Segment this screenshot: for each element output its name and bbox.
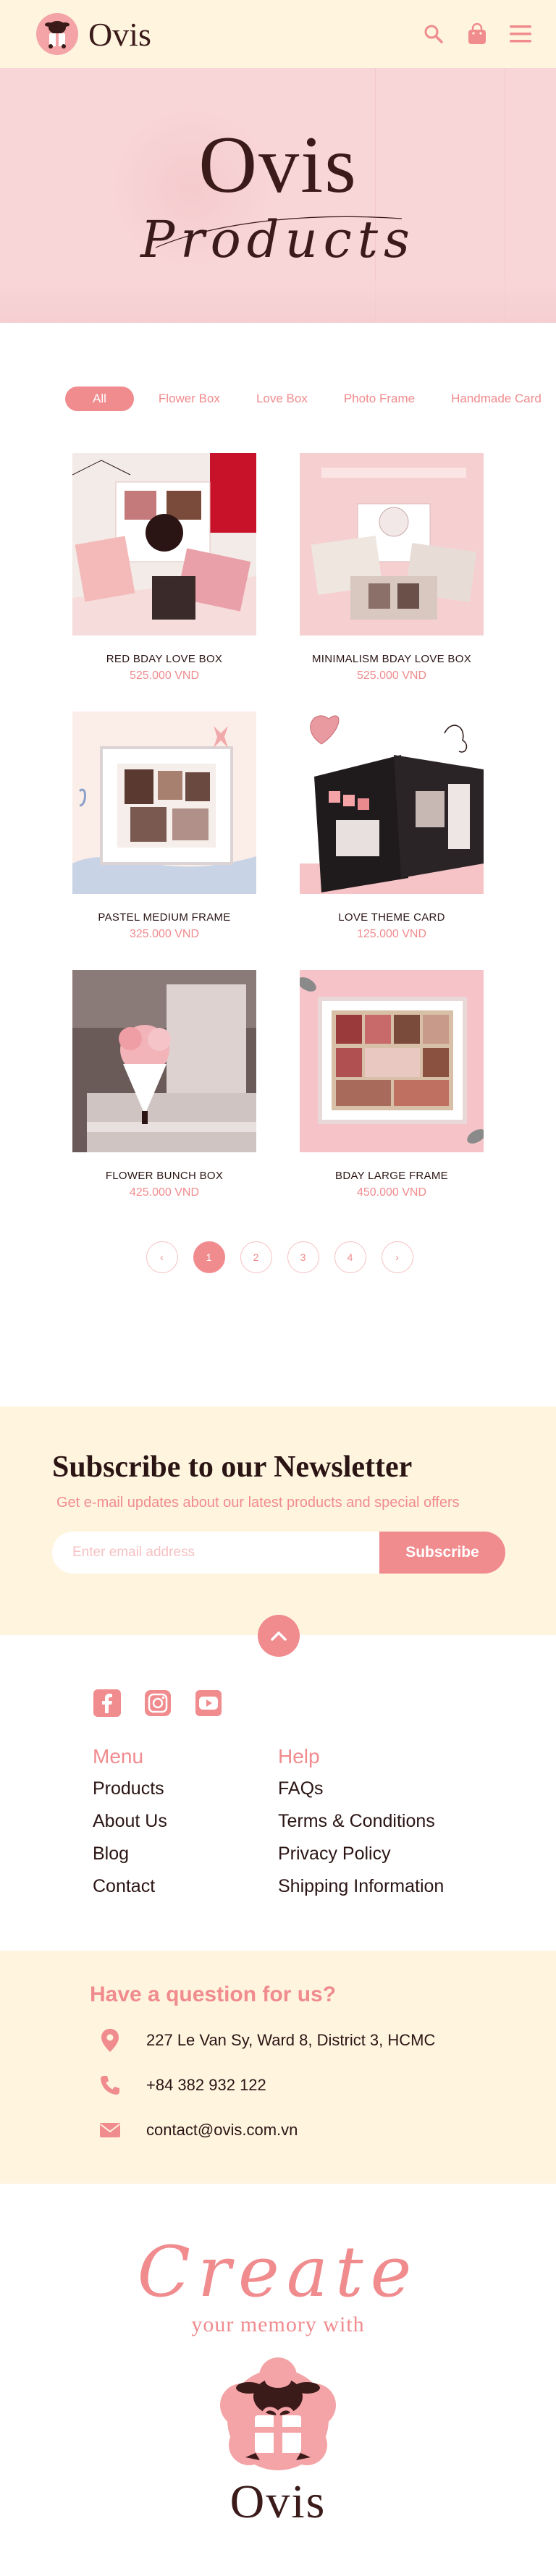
pagination-page-3[interactable]: 3	[287, 1241, 319, 1273]
email-field[interactable]	[52, 1532, 379, 1574]
product-card[interactable]: FLOWER BUNCH BOX 425.000 VND	[72, 970, 256, 1199]
filter-love-box[interactable]: Love Box	[245, 387, 319, 411]
product-price: 450.000 VND	[356, 1186, 427, 1199]
subscribe-button[interactable]: Subscribe	[379, 1532, 505, 1574]
footer-link-products[interactable]: Products	[93, 1778, 278, 1799]
pagination-page-4[interactable]: 4	[334, 1241, 366, 1273]
location-pin-icon	[98, 2029, 122, 2052]
product-grid: RED BDAY LOVE BOX 525.000 VND MINIMALISM…	[0, 453, 556, 1199]
product-name[interactable]: MINIMALISM BDAY LOVE BOX	[300, 653, 484, 665]
footer-help-title: Help	[278, 1745, 320, 1768]
newsletter-description: Get e-mail updates about our latest prod…	[56, 1495, 460, 1511]
product-image[interactable]	[72, 970, 256, 1152]
brand-name: Ovis	[88, 15, 151, 53]
product-card[interactable]: PASTEL MEDIUM FRAME 325.000 VND	[72, 711, 256, 941]
filter-flower-box[interactable]: Flower Box	[147, 387, 232, 411]
product-image[interactable]	[300, 453, 484, 635]
product-price: 525.000 VND	[129, 670, 200, 682]
footer-link-privacy[interactable]: Privacy Policy	[278, 1844, 463, 1865]
filter-handmade-card[interactable]: Handmade Card	[439, 387, 553, 411]
contact-email-row: contact@ovis.com.vn	[90, 2119, 556, 2142]
brand-tagline: your memory with	[191, 2313, 365, 2336]
contact-email[interactable]: contact@ovis.com.vn	[146, 2121, 298, 2140]
shopping-bag-icon[interactable]	[466, 23, 488, 45]
instagram-icon[interactable]	[143, 1689, 172, 1718]
hero-subtitle: Products	[140, 210, 416, 269]
contact-address: 227 Le Van Sy, Ward 8, District 3, HCMC	[146, 2031, 436, 2049]
product-name[interactable]: PASTEL MEDIUM FRAME	[72, 911, 256, 924]
facebook-icon[interactable]	[93, 1689, 122, 1718]
back-to-top-button[interactable]	[258, 1615, 300, 1657]
footer-link-shipping[interactable]: Shipping Information	[278, 1876, 463, 1897]
footer-help-column: Help FAQs Terms & Conditions Privacy Pol…	[278, 1745, 463, 1909]
product-name[interactable]: RED BDAY LOVE BOX	[72, 653, 256, 665]
footer-link-terms[interactable]: Terms & Conditions	[278, 1811, 463, 1832]
product-image[interactable]	[72, 453, 256, 635]
product-image[interactable]	[300, 970, 484, 1152]
contact-phone-row: +84 382 932 122	[90, 2074, 556, 2097]
footer-link-about-us[interactable]: About Us	[93, 1811, 278, 1832]
menu-icon[interactable]	[510, 23, 531, 45]
sheep-gift-logo-icon	[220, 2357, 336, 2470]
category-filters: All Flower Box Love Box Photo Frame Hand…	[0, 387, 556, 411]
logo[interactable]: Ovis	[35, 12, 151, 56]
footer-links: Menu Products About Us Blog Contact Help…	[0, 1635, 556, 1951]
phone-icon	[98, 2074, 122, 2097]
product-image[interactable]	[72, 711, 256, 894]
footer-link-contact[interactable]: Contact	[93, 1876, 278, 1897]
footer-menu-column: Menu Products About Us Blog Contact	[93, 1745, 278, 1909]
product-name[interactable]: BDAY LARGE FRAME	[300, 1170, 484, 1182]
brand-footer-name: Ovis	[229, 2475, 327, 2528]
youtube-icon[interactable]	[194, 1689, 223, 1718]
product-name[interactable]: LOVE THEME CARD	[300, 911, 484, 924]
pagination-page-1[interactable]: 1	[193, 1241, 225, 1273]
newsletter-form: Subscribe	[52, 1532, 505, 1574]
sheep-logo-icon	[36, 13, 78, 55]
newsletter-title: Subscribe to our Newsletter	[52, 1450, 413, 1484]
filter-all[interactable]: All	[65, 387, 134, 411]
footer-link-blog[interactable]: Blog	[93, 1844, 278, 1865]
product-image[interactable]	[300, 711, 484, 894]
product-card[interactable]: MINIMALISM BDAY LOVE BOX 525.000 VND	[300, 453, 484, 683]
social-links	[93, 1689, 556, 1718]
product-name[interactable]: FLOWER BUNCH BOX	[72, 1170, 256, 1182]
product-price: 525.000 VND	[356, 670, 427, 682]
product-card[interactable]: LOVE THEME CARD 125.000 VND	[300, 711, 484, 941]
filter-photo-frame[interactable]: Photo Frame	[332, 387, 426, 411]
site-header: Ovis	[0, 0, 556, 68]
contact-phone[interactable]: +84 382 932 122	[146, 2076, 266, 2095]
product-card[interactable]: BDAY LARGE FRAME 450.000 VND	[300, 970, 484, 1199]
pagination-next-button[interactable]: ›	[381, 1241, 413, 1273]
footer-menu-title: Menu	[93, 1745, 144, 1768]
pagination: ‹ 1 2 3 4 ›	[0, 1241, 556, 1273]
hero-banner: Ovis Products	[0, 68, 556, 323]
search-icon[interactable]	[423, 23, 445, 45]
pagination-prev-button[interactable]: ‹	[146, 1241, 178, 1273]
brand-create-text: Create	[137, 2231, 419, 2313]
contact-section: Have a question for us? 227 Le Van Sy, W…	[0, 1951, 556, 2184]
product-price: 425.000 VND	[129, 1186, 200, 1199]
contact-title: Have a question for us?	[90, 1982, 337, 2006]
brand-footer: Create your memory with Ovis	[0, 2184, 556, 2560]
envelope-icon	[98, 2119, 122, 2142]
footer-link-faqs[interactable]: FAQs	[278, 1778, 463, 1799]
chevron-up-icon	[271, 1631, 287, 1641]
product-card[interactable]: RED BDAY LOVE BOX 525.000 VND	[72, 453, 256, 683]
newsletter-section: Subscribe to our Newsletter Get e-mail u…	[0, 1406, 556, 1657]
product-price: 125.000 VND	[356, 928, 427, 940]
product-price: 325.000 VND	[129, 928, 200, 940]
contact-address-row: 227 Le Van Sy, Ward 8, District 3, HCMC	[90, 2029, 556, 2052]
pagination-page-2[interactable]: 2	[240, 1241, 272, 1273]
